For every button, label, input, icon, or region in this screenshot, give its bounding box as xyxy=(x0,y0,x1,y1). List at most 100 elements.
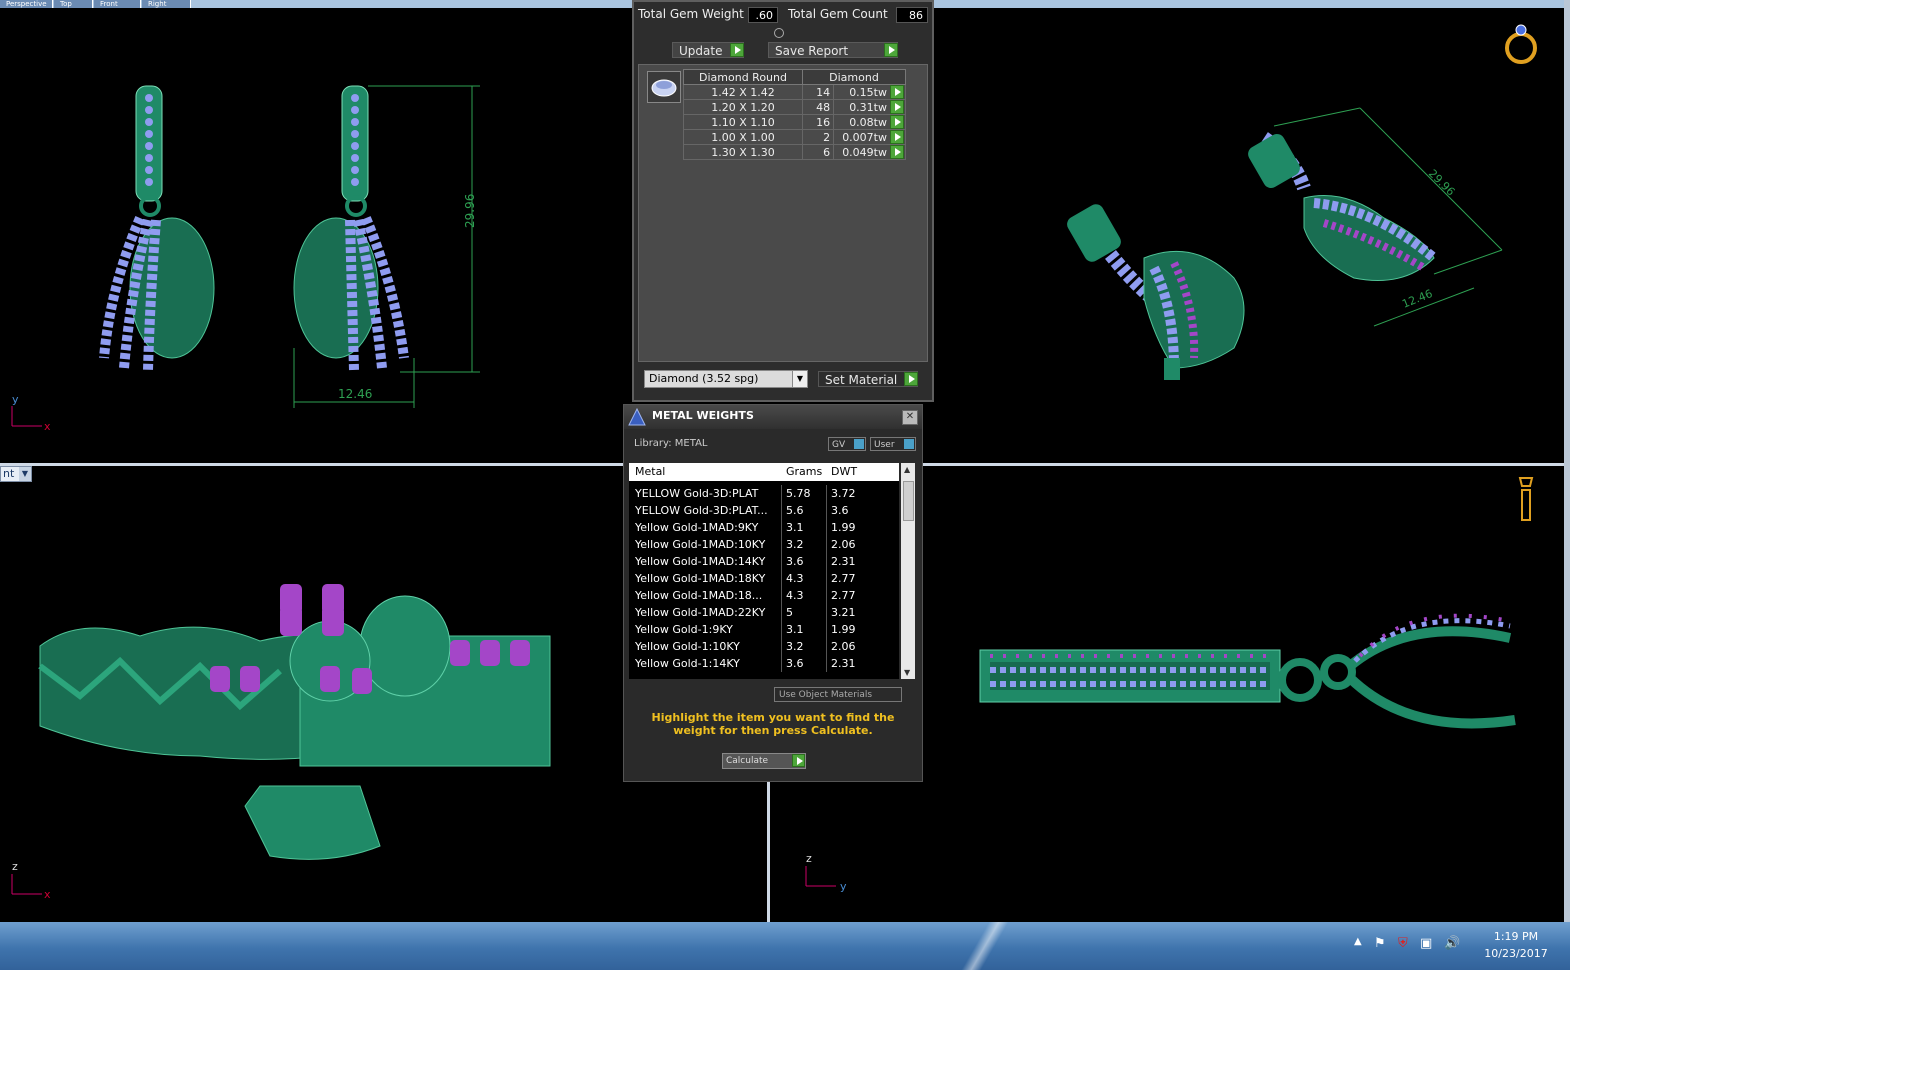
viewport-mode-dropdown[interactable]: nt ▼ xyxy=(0,466,32,482)
column-divider xyxy=(826,587,827,604)
tab-top[interactable]: Top xyxy=(54,0,93,8)
perspective-view-render: 29.96 12.46 xyxy=(1067,24,1537,380)
metal-row[interactable]: Yellow Gold-1:10KY 3.2 2.06 xyxy=(629,638,899,655)
gem-row[interactable]: 1.42 X 1.42 14 0.15tw xyxy=(683,84,906,100)
network-icon[interactable]: ▣ xyxy=(1420,936,1432,951)
dimension-width-label: 12.46 xyxy=(338,387,372,401)
metal-dwt: 2.77 xyxy=(831,589,856,602)
metal-name: Yellow Gold-1MAD:18... xyxy=(635,589,763,602)
metal-table[interactable]: Metal Grams DWT YELLOW Gold-3D:PLAT 5.78 3… xyxy=(629,463,899,679)
col-shape-header: Diamond Round xyxy=(683,69,803,85)
column-divider xyxy=(781,485,782,502)
gem-count: 16 xyxy=(801,114,835,130)
close-icon[interactable]: ✕ xyxy=(902,410,918,425)
gem-row-go-icon[interactable] xyxy=(890,145,904,159)
metal-dwt: 2.06 xyxy=(831,538,856,551)
earring-model-right xyxy=(293,85,409,371)
metal-row[interactable]: Yellow Gold-1:14KY 3.6 2.31 xyxy=(629,655,899,672)
gem-row-go-icon[interactable] xyxy=(890,130,904,144)
material-select[interactable]: Diamond (3.52 spg) ▼ xyxy=(644,370,808,388)
set-material-go-icon[interactable] xyxy=(904,372,918,386)
column-divider xyxy=(826,536,827,553)
gem-table: Diamond Round Diamond 1.42 X 1.42 14 0.15t… xyxy=(683,69,906,160)
col-grams[interactable]: Grams xyxy=(786,465,822,478)
earring-model-side xyxy=(38,584,551,860)
metal-row[interactable]: YELLOW Gold-3D:PLAT... 5.6 3.6 xyxy=(629,502,899,519)
metal-row[interactable]: Yellow Gold-1MAD:9KY 3.1 1.99 xyxy=(629,519,899,536)
info-icon xyxy=(854,439,864,449)
metal-name: Yellow Gold-1MAD:22KY xyxy=(635,606,766,619)
gem-weight: 0.007tw xyxy=(833,129,906,145)
dimension-height-label: 29.96 xyxy=(463,194,477,228)
gem-count: 48 xyxy=(801,99,835,115)
column-divider xyxy=(781,553,782,570)
metal-grams: 5.6 xyxy=(786,504,804,517)
axis-label-z-right: z xyxy=(806,852,812,865)
axis-label-x-side: x xyxy=(44,888,51,901)
tab-right[interactable]: Right xyxy=(142,0,191,8)
library-label: Library: METAL xyxy=(634,438,708,449)
gem-weight: 0.049tw xyxy=(833,144,906,160)
volume-icon[interactable]: 🔊 xyxy=(1444,936,1460,951)
gem-weight-value: 0.08tw xyxy=(849,115,887,129)
gem-row-go-icon[interactable] xyxy=(890,85,904,99)
viewport-perspective[interactable]: 29.96 12.46 xyxy=(934,8,1564,463)
gem-row[interactable]: 1.20 X 1.20 48 0.31tw xyxy=(683,99,906,115)
metal-row[interactable]: Yellow Gold-1MAD:10KY 3.2 2.06 xyxy=(629,536,899,553)
column-divider xyxy=(781,621,782,638)
axis-label-y: y xyxy=(12,393,19,406)
persp-dimension-length: 29.96 xyxy=(1426,167,1457,198)
metal-dwt: 3.21 xyxy=(831,606,856,619)
column-divider xyxy=(781,604,782,621)
use-object-materials-button[interactable]: Use Object Materials xyxy=(774,687,902,702)
show-hidden-icons-icon[interactable]: ▲ xyxy=(1354,936,1362,947)
col-dwt[interactable]: DWT xyxy=(831,465,857,478)
total-gem-count-label: Total Gem Count xyxy=(788,7,888,21)
save-report-go-icon[interactable] xyxy=(884,43,898,57)
metal-row[interactable]: Yellow Gold-1MAD:14KY 3.6 2.31 xyxy=(629,553,899,570)
tab-front[interactable]: Front xyxy=(94,0,141,8)
axis-gizmo-side xyxy=(11,874,42,895)
collapse-handle-icon[interactable] xyxy=(774,28,784,38)
calculate-go-icon[interactable] xyxy=(792,754,805,767)
gem-count: 14 xyxy=(801,84,835,100)
gv-library-button[interactable]: GV xyxy=(828,437,866,451)
update-go-icon[interactable] xyxy=(730,43,744,57)
metal-name: Yellow Gold-1:9KY xyxy=(635,623,733,636)
gem-weight: 0.15tw xyxy=(833,84,906,100)
metal-row[interactable]: YELLOW Gold-3D:PLAT 5.78 3.72 xyxy=(629,485,899,502)
total-gem-weight-value: .60 xyxy=(748,7,778,23)
metal-table-scrollbar[interactable]: ▲ ▼ xyxy=(901,463,915,679)
metal-weights-titlebar[interactable]: METAL WEIGHTS ✕ xyxy=(624,405,922,429)
metal-dwt: 3.6 xyxy=(831,504,849,517)
column-divider xyxy=(781,502,782,519)
taskbar-clock[interactable]: 1:19 PM 10/23/2017 xyxy=(1474,928,1558,962)
tab-perspective[interactable]: Perspective xyxy=(0,0,53,8)
gem-row[interactable]: 1.00 X 1.00 2 0.007tw xyxy=(683,129,906,145)
metal-row[interactable]: Yellow Gold-1MAD:18KY 4.3 2.77 xyxy=(629,570,899,587)
user-library-button[interactable]: User xyxy=(870,437,916,451)
action-center-flag-icon[interactable]: ⚑ xyxy=(1374,936,1386,951)
scroll-up-icon[interactable]: ▲ xyxy=(904,465,910,474)
save-report-button[interactable]: Save Report xyxy=(768,42,898,58)
metal-name: Yellow Gold-1MAD:9KY xyxy=(635,521,759,534)
set-material-button[interactable]: Set Material xyxy=(818,371,918,387)
viewport-front[interactable]: 29.96 12.46 y x xyxy=(0,8,632,463)
metal-name: Yellow Gold-1:14KY xyxy=(635,657,740,670)
antivirus-shield-icon[interactable]: ⛨ xyxy=(1398,936,1408,951)
col-metal[interactable]: Metal xyxy=(635,465,665,478)
total-gem-weight-label: Total Gem Weight xyxy=(638,7,744,21)
gem-row[interactable]: 1.30 X 1.30 6 0.049tw xyxy=(683,144,906,160)
gem-row-go-icon[interactable] xyxy=(890,100,904,114)
gv-label: GV xyxy=(832,440,846,450)
scrollbar-thumb[interactable] xyxy=(903,481,914,521)
gem-row[interactable]: 1.10 X 1.10 16 0.08tw xyxy=(683,114,906,130)
scroll-down-icon[interactable]: ▼ xyxy=(904,668,910,677)
gem-row-go-icon[interactable] xyxy=(890,115,904,129)
metal-row[interactable]: Yellow Gold-1MAD:22KY 5 3.21 xyxy=(629,604,899,621)
gem-size: 1.20 X 1.20 xyxy=(683,99,803,115)
metal-row[interactable]: Yellow Gold-1:9KY 3.1 1.99 xyxy=(629,621,899,638)
metal-row[interactable]: Yellow Gold-1MAD:18... 4.3 2.77 xyxy=(629,587,899,604)
viewport-mode-label: nt xyxy=(3,467,15,480)
gem-weight: 0.08tw xyxy=(833,114,906,130)
